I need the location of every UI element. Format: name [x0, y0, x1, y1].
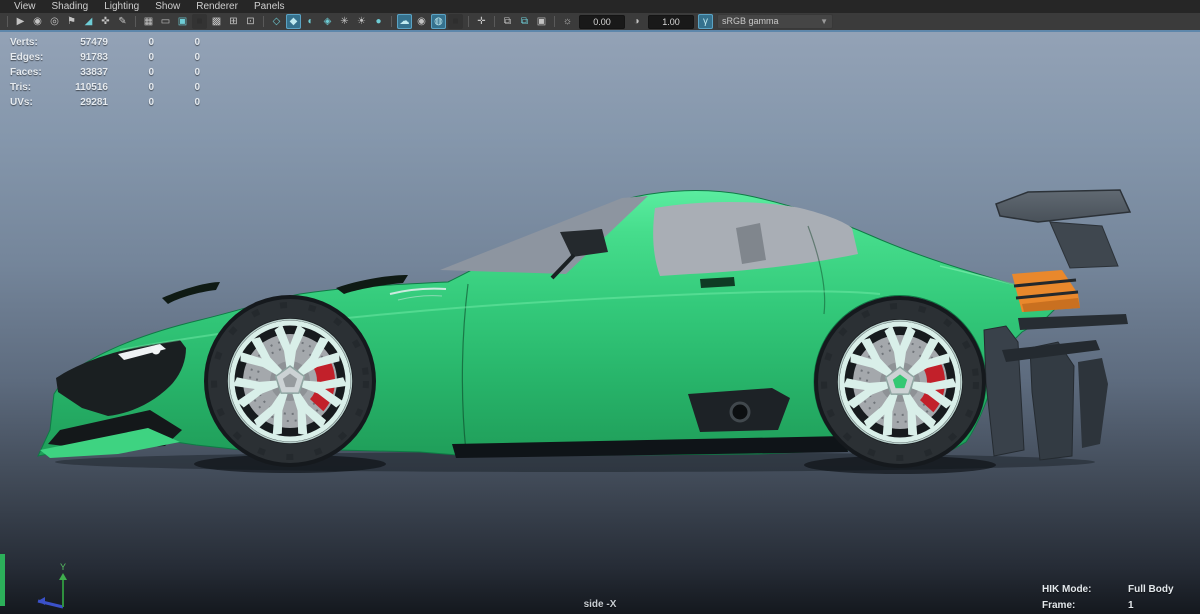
grease-pencil-icon[interactable]: ✎ — [115, 14, 130, 29]
grid-icon[interactable]: ▦ — [141, 14, 156, 29]
toolbar-separator — [7, 16, 8, 27]
taillight — [1012, 270, 1080, 312]
poly-value: 0 — [194, 67, 200, 78]
gamma-icon[interactable]: γ — [698, 14, 713, 29]
motion-blur-icon[interactable]: ◉ — [414, 14, 429, 29]
smooth-shade-icon[interactable]: ◆ — [286, 14, 301, 29]
image-view-icon[interactable]: ▣ — [534, 14, 549, 29]
panel-toolbar: ▶ ◉ ◎ ⚑ ◢ ✜ ✎ ▦ ▭ ▣ ■ ▩ ⊞ ⊡ ◇ ◆ ◐ ◈ ✳ ☀ … — [0, 13, 1200, 30]
snapshot-icon[interactable]: ⧉ — [500, 14, 515, 29]
poly-value: 29281 — [80, 97, 108, 108]
poly-count-row: Faces: 33837 0 0 — [10, 65, 200, 80]
poly-value: 0 — [194, 37, 200, 48]
poly-count-row: Verts: 57479 0 0 — [10, 35, 200, 50]
viewport-3d[interactable]: Verts: 57479 0 0 Edges: 91783 0 0 Faces:… — [0, 30, 1200, 614]
textured-icon[interactable]: ◐ — [303, 14, 318, 29]
wireframe-icon[interactable]: ◇ — [269, 14, 284, 29]
poly-count-row: Edges: 91783 0 0 — [10, 50, 200, 65]
menu-shading[interactable]: Shading — [44, 0, 97, 13]
snapshot-2-icon[interactable]: ⧉ — [517, 14, 532, 29]
poly-value: 57479 — [80, 37, 108, 48]
exhaust-outlet — [729, 401, 751, 423]
menu-show[interactable]: Show — [147, 0, 188, 13]
front-wheel[interactable] — [204, 295, 376, 467]
toolbar-separator — [263, 16, 264, 27]
hik-mode-label: HIK Mode: — [1042, 584, 1092, 595]
menu-renderer[interactable]: Renderer — [188, 0, 246, 13]
ssao-icon[interactable]: ☁ — [397, 14, 412, 29]
car-model-render — [37, 189, 1132, 614]
chevron-down-icon: ▼ — [820, 17, 828, 26]
isolate-select-icon[interactable]: ✛ — [474, 14, 489, 29]
poly-label: UVs: — [10, 97, 33, 108]
panel-menu-bar: View Shading Lighting Show Renderer Pane… — [0, 0, 1200, 13]
toolbar-separator — [135, 16, 136, 27]
maya-viewport-window: View Shading Lighting Show Renderer Pane… — [0, 0, 1200, 614]
select-camera-icon[interactable]: ◉ — [30, 14, 45, 29]
shadows-icon[interactable]: ● — [371, 14, 386, 29]
poly-label: Faces: — [10, 67, 42, 78]
poly-value: 33837 — [80, 67, 108, 78]
hik-mode-value: Full Body — [1128, 584, 1174, 595]
axis-y-label: Y — [60, 562, 66, 572]
menu-lighting[interactable]: Lighting — [96, 0, 147, 13]
rear-wheel[interactable] — [814, 296, 986, 468]
field-chart-icon[interactable]: ▩ — [209, 14, 224, 29]
wireframe-on-shaded-icon[interactable]: ◈ — [320, 14, 335, 29]
color-transform-value: sRGB gamma — [722, 16, 779, 26]
poly-value: 110516 — [75, 82, 108, 93]
poly-value: 0 — [148, 37, 154, 48]
camera-icon[interactable]: ▶ — [13, 14, 28, 29]
rear-wing[interactable] — [995, 189, 1132, 269]
camera-name-label: side -X — [583, 599, 617, 610]
poly-count-hud: Verts: 57479 0 0 Edges: 91783 0 0 Faces:… — [10, 35, 200, 110]
poly-value: 91783 — [80, 52, 108, 63]
anti-aliasing-icon[interactable]: ◍ — [431, 14, 446, 29]
pan-zoom-icon[interactable]: ✜ — [98, 14, 113, 29]
left-edge-highlight — [0, 554, 5, 606]
poly-value: 0 — [194, 97, 200, 108]
toolbar-separator — [468, 16, 469, 27]
menu-view[interactable]: View — [6, 0, 44, 13]
poly-count-row: Tris: 110516 0 0 — [10, 80, 200, 95]
poly-value: 0 — [148, 97, 154, 108]
bookmark-icon[interactable]: ⚑ — [64, 14, 79, 29]
rear-diffuser — [983, 314, 1128, 461]
gate-mask-icon[interactable]: ■ — [192, 14, 207, 29]
film-gate-icon[interactable]: ▭ — [158, 14, 173, 29]
toolbar-separator — [391, 16, 392, 27]
poly-value: 0 — [194, 82, 200, 93]
image-plane-icon[interactable]: ◢ — [81, 14, 96, 29]
hik-hud: HIK Mode: Full Body Frame: 1 — [1042, 584, 1192, 614]
exposure-field[interactable]: 0.00 — [579, 14, 625, 29]
resolution-gate-icon[interactable]: ▣ — [175, 14, 190, 29]
frame-label: Frame: — [1042, 600, 1076, 611]
camera-attributes-icon[interactable]: ◎ — [47, 14, 62, 29]
menu-panels[interactable]: Panels — [246, 0, 293, 13]
poly-label: Edges: — [10, 52, 44, 63]
axis-gizmo: Y — [37, 562, 67, 609]
safe-action-icon[interactable]: ⊞ — [226, 14, 241, 29]
poly-count-row: UVs: 29281 0 0 — [10, 95, 200, 110]
poly-label: Tris: — [10, 82, 32, 93]
depth-of-field-icon[interactable]: ■ — [448, 14, 463, 29]
xray-icon[interactable]: ✳ — [337, 14, 352, 29]
contrast-field[interactable]: 1.00 — [648, 14, 694, 29]
toolbar-separator — [494, 16, 495, 27]
poly-value: 0 — [148, 52, 154, 63]
frame-value: 1 — [1128, 600, 1134, 611]
lights-icon[interactable]: ☀ — [354, 14, 369, 29]
poly-value: 0 — [148, 67, 154, 78]
safe-title-icon[interactable]: ⊡ — [243, 14, 258, 29]
exposure-icon[interactable]: ☼ — [560, 14, 575, 29]
color-transform-dropdown[interactable]: sRGB gamma ▼ — [717, 14, 833, 29]
poly-value: 0 — [148, 82, 154, 93]
poly-value: 0 — [194, 52, 200, 63]
toolbar-separator — [554, 16, 555, 27]
poly-label: Verts: — [10, 37, 38, 48]
contrast-icon[interactable]: ◑ — [629, 14, 644, 29]
